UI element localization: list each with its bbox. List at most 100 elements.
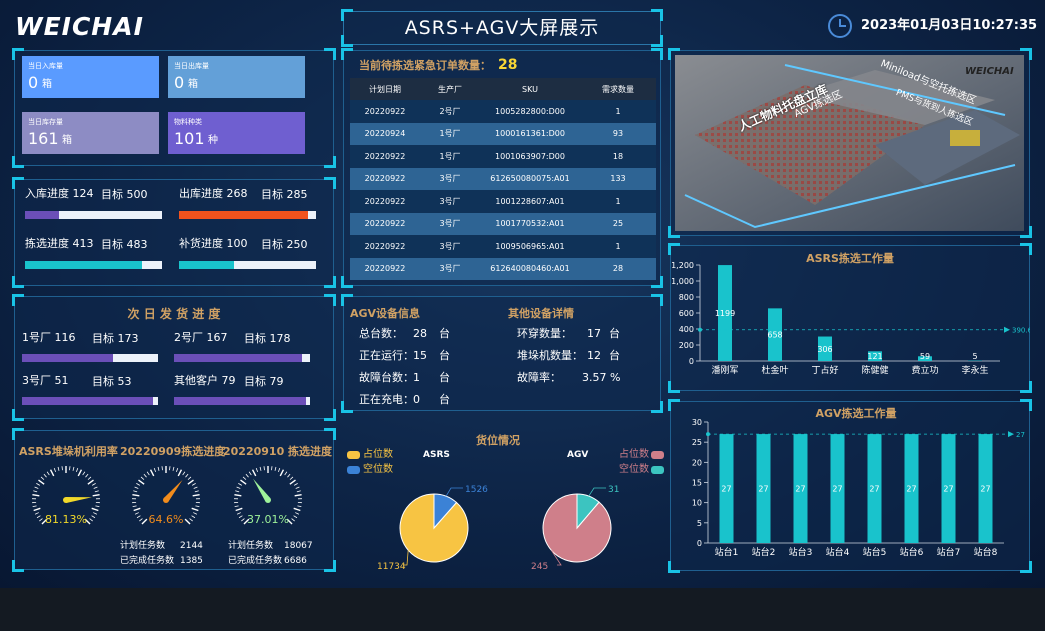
y-tick-label: 5 [697,519,702,528]
y-tick-label: 200 [679,341,694,350]
gauge2-plan-label: 计划任务数 [120,541,166,551]
legend-used-label: 占位数 [363,449,393,460]
delivery-target: 目标 53 [92,375,132,388]
progress-label: 入库进度 124 [25,187,94,200]
table-row[interactable]: 20220924 1号厂 1000161361:D00 93 [350,122,656,145]
table-row[interactable]: 20220922 3号厂 612640080460:A01 28 [350,257,656,280]
table-cell: 612650080075:A01 [490,174,570,184]
y-tick-label: 800 [679,293,694,302]
x-tick-label: 站台7 [937,546,961,558]
table-cell: 2号厂 [439,106,461,116]
gauge-title-2: 20220909拣选进度 [120,445,226,458]
agv-info-label: 正在运行： [359,349,414,362]
bar-value-label: 27 [906,485,916,494]
gauge2-done-value: 1385 [180,556,203,566]
y-tick-label: 0 [689,357,694,366]
y-tick-label: 1,200 [671,261,694,270]
delivery-bar [174,397,310,405]
table-cell: 20220922 [364,174,406,184]
footer-bar [0,588,1045,631]
table-cell: 93 [612,129,624,139]
agv-info-value: 15 [413,349,427,362]
table-cell: 20220922 [364,196,406,206]
delivery-target: 目标 173 [92,332,139,345]
gauge3-done-value: 6686 [284,556,307,566]
y-tick-label: 0 [697,539,702,548]
bar-value-label: 658 [767,331,782,340]
stat-unit: 箱 [62,135,72,146]
progress-bar [179,261,316,269]
table-cell: 3号厂 [439,264,461,274]
delivery-label: 其他客户 79 [174,374,236,387]
stat-unit: 箱 [42,79,52,90]
agv-info-unit: 台 [439,393,450,406]
agv-pie-title: AGV [567,450,589,460]
table-cell: 3号厂 [439,219,461,229]
legend-used-swatch [347,451,360,459]
bar-value-label: 5 [972,352,977,361]
y-tick-label: 400 [679,325,694,334]
table-row[interactable]: 20220922 3号厂 1009506965:A01 1 [350,235,656,258]
table-row[interactable]: 20220922 3号厂 612650080075:A01 133 [350,167,656,190]
datetime: 2023年01月03日10:27:35 [861,18,1038,33]
agv-workload-chart: AGV拣选工作量 30 25 20 15 10 5 0 27 站台1 27 站台2 27 站台3 27 站台4… [692,406,1025,558]
gauge3-done-label: 已完成任务数 [228,556,283,566]
table-cell: 1001063907:D00 [495,151,565,161]
stat-value: 101 [174,129,205,148]
agv-info-unit: 台 [439,349,450,362]
progress-label: 出库进度 268 [179,187,248,200]
x-tick-label: 站台5 [863,546,887,558]
table-cell: 20220924 [364,129,406,139]
progress-fill [179,211,308,219]
warehouse-3d-image [675,55,1024,231]
table-cell: 20220922 [364,151,406,161]
gauge-value: 64.6% [149,513,184,526]
asrs-workload-chart: ASRS拣选工作量 1,200 1,000 800 600 400 200 0 1199 潘刚军 6… [671,251,1030,376]
chart-title: AGV拣选工作量 [815,406,896,420]
table-cell: 3号厂 [439,241,461,251]
table-row[interactable]: 20220922 1号厂 1001063907:D00 18 [350,145,656,168]
table-row[interactable]: 20220922 3号厂 1001770532:A01 25 [350,212,656,235]
table-cell: 3号厂 [439,174,461,184]
agv-info-value: 28 [413,327,427,340]
table-cell: 20220922 [364,241,406,251]
table-row[interactable]: 20220922 2号厂 1005282800:D00 1 [350,100,656,123]
orders-header-cell: 需求数量 [602,84,634,94]
other-info-label: 故障率： [517,371,561,384]
other-info-title: 其他设备详情 [508,307,574,320]
table-cell: 1009506965:A01 [495,241,565,251]
orders-table: 计划日期 生产厂 SKU 需求数量 20220922 2号厂 1005282800:D00 1… [350,78,656,280]
x-tick-label: 费立功 [911,364,938,376]
stat-value: 161 [28,129,59,148]
table-row[interactable]: 20220922 3号厂 1001228607:A01 1 [350,190,656,213]
agv-info-title: AGV设备信息 [350,307,421,320]
x-tick-label: 站台3 [789,546,813,558]
y-tick-label: 10 [692,499,702,508]
other-info-label: 堆垛机数量： [517,349,583,362]
table-cell: 28 [612,264,624,274]
delivery-target: 目标 79 [244,375,284,388]
progress-bar [179,211,316,219]
table-cell: 1号厂 [439,129,461,139]
location-title: 货位情况 [476,434,520,447]
gauge-title-1: ASRS堆垛机利用率 [19,445,118,458]
gauge-needle [65,497,92,503]
gauge2-plan-value: 2144 [180,541,203,551]
orders-header-cell: SKU [522,84,538,94]
y-tick-label: 20 [692,458,702,467]
warehouse-image-logo: WEICHAI [965,66,1014,77]
orders-header-cell: 计划日期 [369,84,401,94]
other-info-unit: 台 [609,327,620,340]
table-cell: 1 [615,241,621,251]
average-label: 27 [1016,431,1025,439]
table-cell: 1号厂 [439,151,461,161]
gauge-value: 81.13% [45,513,87,526]
y-tick-label: 30 [692,418,702,427]
delivery-fill [22,354,114,362]
other-info-value: 3.57 % [582,371,621,384]
pie-empty-label: 31 [608,485,619,495]
delivery-label: 2号厂 167 [174,331,228,344]
clock-icon [828,14,852,38]
stat-value: 0 [174,73,185,92]
stat-unit: 种 [208,135,218,146]
